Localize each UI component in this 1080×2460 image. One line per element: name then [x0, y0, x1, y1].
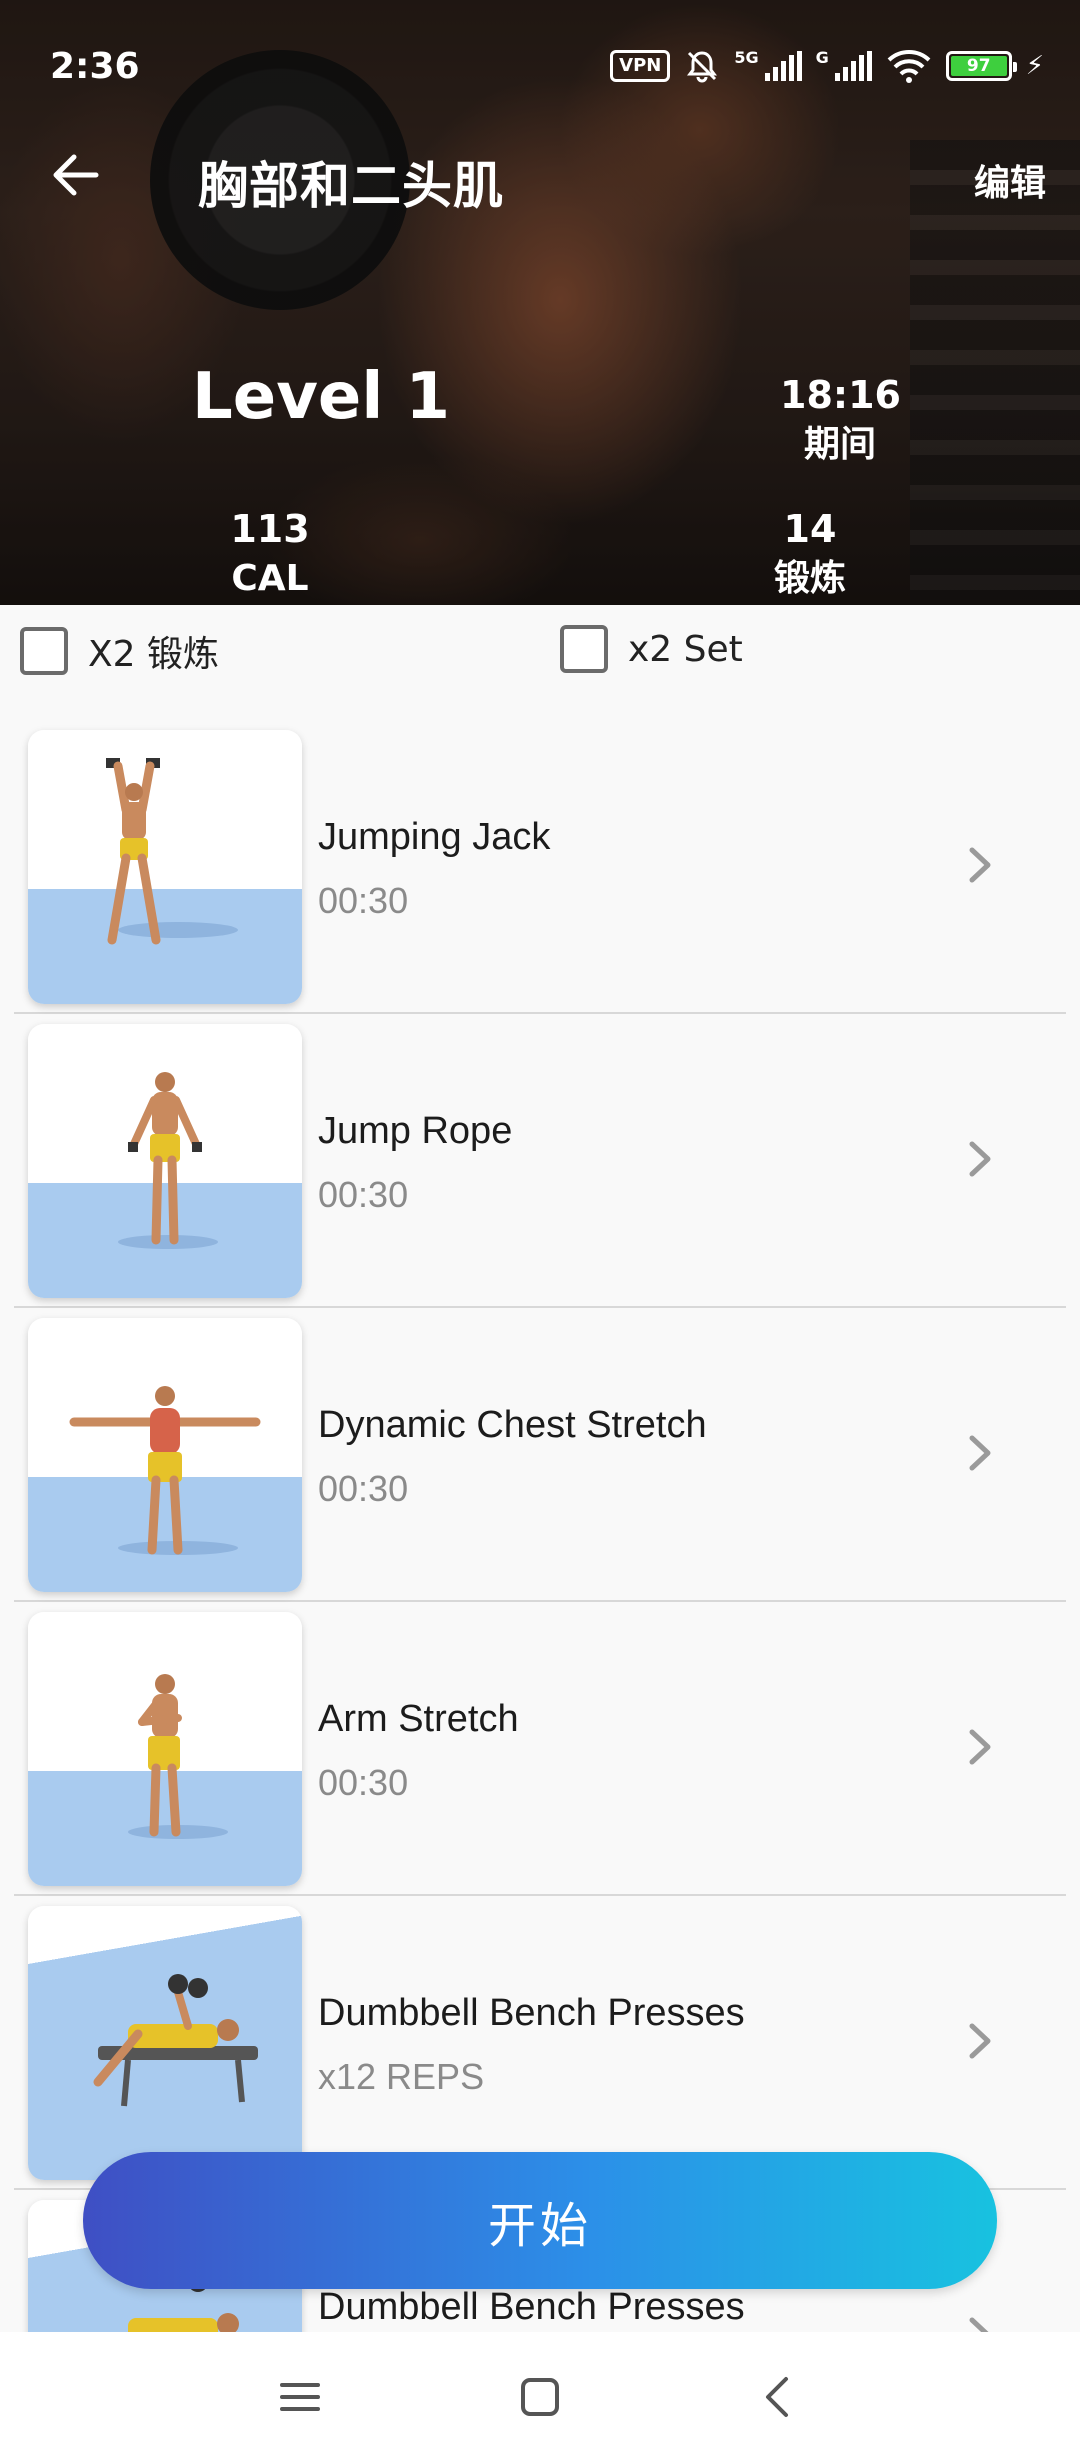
calories-label: CAL	[231, 558, 309, 599]
calories-stat: 113 CAL	[210, 504, 330, 604]
wifi-icon	[887, 50, 931, 83]
options-row: X2 锻炼 x2 Set	[0, 605, 1080, 695]
exercise-thumbnail	[28, 1318, 302, 1592]
duration-stat: 18:16 期间	[780, 370, 901, 470]
exercise-row-jump-rope[interactable]: Jump Rope 00:30	[14, 1014, 1066, 1308]
workout-header-image: 2:36 VPN 5G G 97 ⚡ 胸部和二头肌 编辑 Level 1 18:…	[0, 0, 1080, 605]
back-button[interactable]	[40, 140, 110, 210]
signal-5g-icon	[764, 51, 802, 81]
chevron-right-icon	[969, 1435, 991, 1471]
exercise-name: Jump Rope	[318, 1110, 513, 1152]
duration-label: 期间	[803, 424, 876, 465]
exercise-name: Dumbbell Bench Presses	[318, 1992, 745, 2034]
status-bar: 2:36 VPN 5G G 97 ⚡	[0, 0, 1080, 130]
double-set-label: x2 Set	[628, 628, 743, 670]
arrow-left-icon	[53, 154, 99, 196]
network-g-label: G	[815, 48, 829, 67]
exercise-reps: x12 REPS	[318, 2056, 485, 2097]
chevron-right-icon	[969, 1141, 991, 1177]
exercise-thumbnail	[28, 1024, 302, 1298]
edit-button[interactable]: 编辑	[974, 154, 1046, 206]
double-exercise-label: X2 锻炼	[88, 634, 220, 675]
exercise-name: Dynamic Chest Stretch	[318, 1404, 707, 1446]
double-exercise-checkbox[interactable]	[20, 627, 68, 675]
status-time: 2:36	[50, 46, 140, 87]
bench-press-figure	[93, 1974, 258, 2107]
exercise-row-jumping-jack[interactable]: Jumping Jack 00:30	[14, 720, 1066, 1014]
exercise-name: Dumbbell Bench Presses	[318, 2286, 745, 2328]
home-square-icon	[521, 2378, 559, 2416]
chevron-right-icon	[969, 847, 991, 883]
recent-apps-button[interactable]	[265, 2362, 335, 2432]
home-button[interactable]	[505, 2362, 575, 2432]
chest-stretch-figure	[69, 1386, 261, 1555]
exercise-thumbnail	[28, 1612, 302, 1886]
exercise-duration: 00:30	[318, 1174, 409, 1215]
network-5g-label: 5G	[734, 48, 759, 67]
exercise-duration: 00:30	[318, 1762, 409, 1803]
calories-value: 113	[230, 507, 310, 551]
exercise-row-arm-stretch[interactable]: Arm Stretch 00:30	[14, 1602, 1066, 1896]
exercise-row-dynamic-chest-stretch[interactable]: Dynamic Chest Stretch 00:30	[14, 1308, 1066, 1602]
jump-rope-figure	[118, 1072, 218, 1249]
exercises-stat: 14 锻炼	[750, 504, 870, 604]
chevron-right-icon	[969, 2023, 991, 2059]
vpn-icon: VPN	[610, 50, 671, 82]
exercise-thumbnail	[28, 730, 302, 1004]
chevron-left-icon	[766, 2377, 788, 2417]
system-back-button[interactable]	[743, 2362, 813, 2432]
toolbar: 胸部和二头肌 编辑	[0, 140, 1080, 220]
charging-icon: ⚡	[1025, 51, 1044, 81]
double-set-option[interactable]: x2 Set	[560, 625, 743, 673]
page-title: 胸部和二头肌	[198, 157, 504, 215]
jumping-jack-figure	[106, 758, 238, 945]
exercises-value: 14	[783, 507, 837, 551]
battery-icon: 97	[945, 51, 1017, 81]
arm-stretch-figure	[128, 1674, 228, 1839]
chevron-right-icon	[969, 1729, 991, 1765]
double-exercise-option[interactable]: X2 锻炼	[20, 625, 219, 677]
double-set-checkbox[interactable]	[560, 625, 608, 673]
exercise-duration: 00:30	[318, 1468, 409, 1509]
exercise-thumbnail	[28, 1906, 302, 2180]
battery-level: 97	[950, 56, 1007, 76]
start-button[interactable]: 开始	[83, 2152, 997, 2289]
menu-icon	[280, 2383, 320, 2411]
exercise-name: Arm Stretch	[318, 1698, 519, 1740]
exercises-label: 锻炼	[773, 558, 846, 599]
level-title: Level 1	[192, 360, 451, 434]
exercise-duration: 00:30	[318, 880, 409, 921]
signal-g-icon	[834, 51, 872, 81]
exercise-name: Jumping Jack	[318, 816, 551, 858]
status-icons: VPN 5G G 97 ⚡	[610, 48, 1044, 84]
duration-value: 18:16	[780, 373, 901, 417]
system-nav-bar	[0, 2332, 1080, 2460]
mute-bell-icon	[687, 51, 718, 83]
exercise-row-dumbbell-bench-presses[interactable]: Dumbbell Bench Presses x12 REPS	[14, 1896, 1066, 2190]
